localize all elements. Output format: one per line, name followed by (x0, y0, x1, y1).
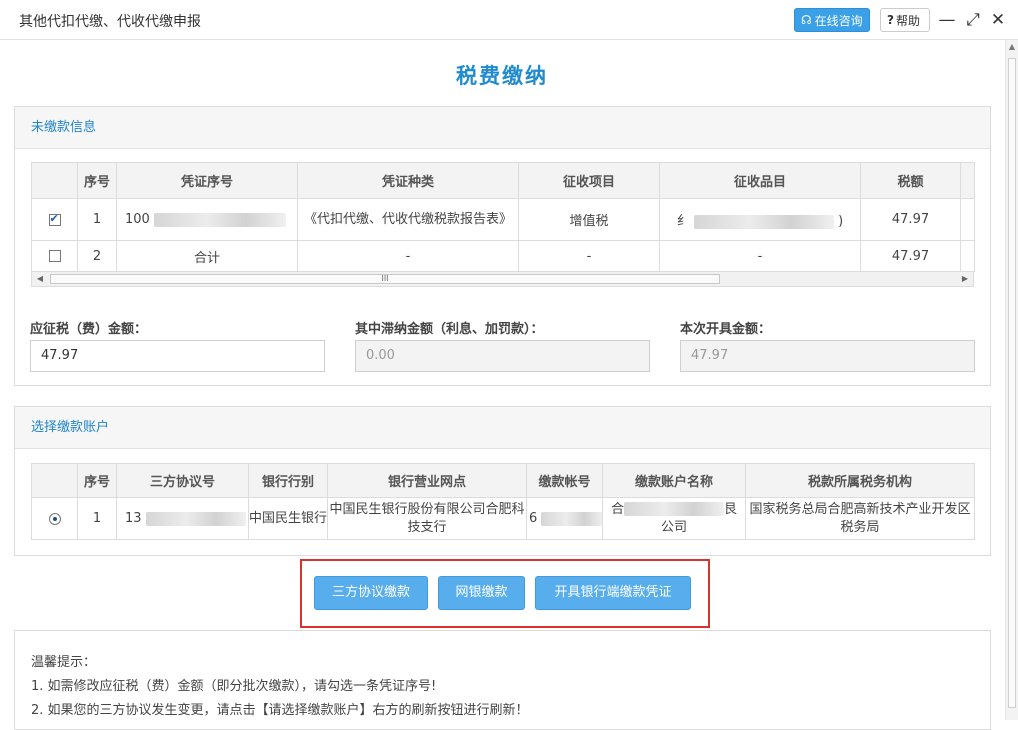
levy-sub-item: - (659, 240, 861, 272)
row-index: 1 (77, 198, 117, 241)
payable-amount-input[interactable]: 47.97 (30, 340, 325, 372)
tripartite-payment-button[interactable]: 三方协议缴款 (314, 576, 428, 610)
account-no: 6 (529, 511, 538, 526)
row-filler (960, 198, 975, 241)
account-table-header: 序号 三方协议号 银行行别 银行营业网点 缴款帐号 缴款账户名称 税款所属税务机… (31, 463, 975, 498)
column-header: 凭证序号 (116, 162, 298, 199)
horizontal-scroll-thumb[interactable]: III (50, 274, 720, 284)
tips-title: 温馨提示： (31, 655, 97, 670)
help-label: 帮助 (895, 13, 920, 28)
column-header: 银行营业网点 (327, 463, 527, 498)
voucher-no: 合计 (116, 240, 298, 272)
window-titlebar: 其他代扣代缴、代收代缴申报 ☊ 在线咨询 ? 帮助 — ⤢ ✕ (0, 0, 1018, 40)
row-radio-cell[interactable] (31, 497, 78, 540)
payable-amount-label: 应征税（费）金额： (30, 322, 148, 337)
column-header: 税款所属税务机构 (745, 463, 975, 498)
tax-amount: 47.97 (860, 198, 961, 241)
voucher-no: 100 (125, 212, 150, 227)
select-column-header (31, 162, 78, 199)
redacted-blur (624, 502, 724, 516)
account-name-prefix: 合 (610, 501, 624, 517)
column-header: 征收品目 (659, 162, 861, 199)
minimize-icon[interactable]: — (937, 9, 957, 31)
row-checkbox[interactable] (48, 212, 61, 226)
window-title: 其他代扣代缴、代收代缴申报 (19, 14, 201, 30)
table-row[interactable]: 1 13 中国民生银行 中国民生银行股份有限公司合肥科技支行 6 合 艮 公司 国… (31, 497, 975, 540)
levy-sub-item-cell: 纟 ) (659, 198, 861, 241)
tax-authority: 国家税务总局合肥高新技术产业开发区税务局 (745, 497, 975, 540)
bank-name: 中国民生银行 (248, 497, 328, 540)
payment-account-header[interactable]: 选择缴款账户 (15, 407, 990, 449)
row-index: 1 (77, 497, 117, 540)
bank-branch: 中国民生银行股份有限公司合肥科技支行 (327, 497, 527, 540)
levy-sub-item-suffix: ) (838, 214, 844, 229)
column-header: 缴款帐号 (526, 463, 603, 498)
column-header-filler (960, 162, 975, 199)
tax-amount: 47.97 (860, 240, 961, 272)
row-checkbox-cell[interactable] (31, 198, 78, 241)
table-row[interactable]: 2 合计 - - - 47.97 (31, 240, 975, 272)
account-table: 序号 三方协议号 银行行别 银行营业网点 缴款帐号 缴款账户名称 税款所属税务机… (31, 463, 975, 540)
scroll-left-icon[interactable]: ◀ (33, 272, 47, 286)
scroll-right-icon[interactable]: ▶ (958, 272, 972, 286)
late-fee-label: 其中滞纳金额（利息、加罚款）： (355, 322, 544, 337)
close-icon[interactable]: ✕ (988, 9, 1008, 31)
help-button[interactable]: ? 帮助 (880, 8, 930, 32)
unpaid-table: 序号 凭证序号 凭证种类 征收项目 征收品目 税额 1 100 《代扣代缴、代收… (31, 162, 975, 272)
scroll-grip-icon: III (381, 274, 389, 283)
tip-line: 1. 如需修改应征税（费）金额（即分批次缴款），请勾选一条凭证序号! (31, 679, 437, 694)
levy-sub-item-prefix: 纟 (676, 214, 690, 229)
column-header: 三方协议号 (116, 463, 249, 498)
column-header: 征收项目 (518, 162, 660, 199)
online-bank-payment-button[interactable]: 网银缴款 (438, 576, 525, 610)
issued-amount-label: 本次开具金额： (680, 322, 772, 337)
unpaid-info-header: 未缴款信息 (15, 107, 990, 149)
tips-panel: 温馨提示： 1. 如需修改应征税（费）金额（即分批次缴款），请勾选一条凭证序号!… (14, 630, 991, 730)
levy-item: 增值税 (518, 198, 660, 241)
agreement-no: 13 (125, 511, 142, 526)
account-name-cell: 合 艮 公司 (602, 497, 746, 540)
select-column-header (31, 463, 78, 498)
row-checkbox-cell[interactable] (31, 240, 78, 272)
online-consult-label: 在线咨询 (814, 13, 863, 28)
account-no-cell: 6 (526, 497, 603, 540)
levy-item: - (518, 240, 660, 272)
scroll-up-icon[interactable]: ▲ (1006, 42, 1018, 56)
voucher-no-cell: 100 (116, 198, 298, 241)
agreement-no-cell: 13 (116, 497, 249, 540)
headset-icon: ☊ (801, 13, 812, 27)
table-row[interactable]: 1 100 《代扣代缴、代收代缴税款报告表》 增值税 纟 ) 47.97 (31, 198, 975, 241)
voucher-type: - (297, 240, 519, 272)
redacted-blur (541, 511, 602, 526)
horizontal-scrollbar[interactable]: ◀ III ▶ (31, 271, 974, 287)
row-checkbox[interactable] (48, 250, 61, 262)
maximize-icon[interactable]: ⤢ (963, 9, 983, 31)
issued-amount-input: 47.97 (680, 340, 975, 372)
account-name-suffix: 公司 (660, 519, 687, 535)
redacted-blur (153, 212, 286, 227)
bank-voucher-button[interactable]: 开具银行端缴款凭证 (535, 576, 691, 610)
redacted-blur (145, 511, 246, 526)
row-index: 2 (77, 240, 117, 272)
late-fee-input: 0.00 (355, 340, 650, 372)
unpaid-table-header: 序号 凭证序号 凭证种类 征收项目 征收品目 税额 (31, 162, 975, 199)
row-filler (960, 240, 975, 272)
vertical-scrollbar[interactable]: ▲ (1005, 40, 1018, 720)
tip-line: 2. 如果您的三方协议发生变更，请点击【请选择缴款账户】右方的刷新按钮进行刷新！ (31, 703, 529, 718)
column-header: 序号 (77, 162, 117, 199)
column-header: 序号 (77, 463, 117, 498)
account-name-mid: 艮 (724, 501, 738, 517)
row-radio[interactable] (48, 512, 61, 525)
redacted-blur (693, 214, 834, 229)
voucher-type: 《代扣代缴、代收代缴税款报告表》 (297, 198, 519, 241)
column-header: 税额 (860, 162, 961, 199)
page-title: 税费缴纳 (456, 64, 548, 88)
question-icon: ? (887, 13, 894, 27)
online-consult-button[interactable]: ☊ 在线咨询 (794, 8, 870, 32)
column-header: 凭证种类 (297, 162, 519, 199)
vertical-scroll-thumb[interactable] (1008, 58, 1016, 708)
column-header: 银行行别 (248, 463, 328, 498)
column-header: 缴款账户名称 (602, 463, 746, 498)
